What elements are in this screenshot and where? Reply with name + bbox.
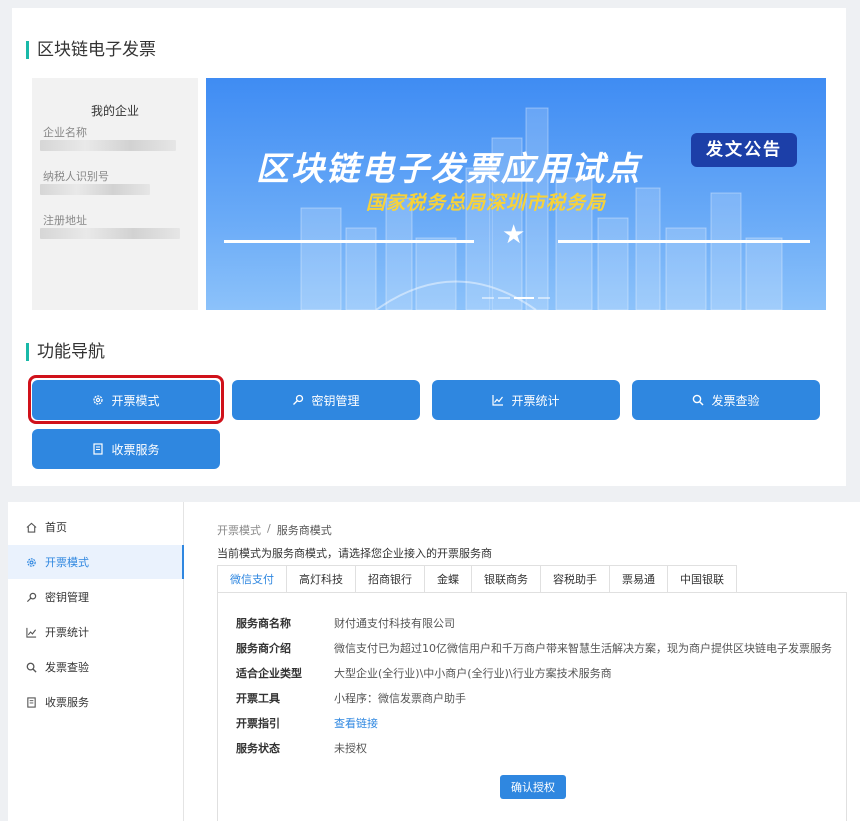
nav-button-label: 发票查验: [711, 393, 760, 408]
confirm-authorize-button[interactable]: 确认授权: [500, 775, 566, 799]
banner-divider-right: [558, 240, 810, 243]
info-value: 财付通支付科技有限公司: [334, 617, 455, 630]
key-icon: [26, 592, 37, 602]
search-icon: [693, 394, 705, 406]
gear-icon: [27, 557, 36, 567]
provider-tabs: 微信支付 高灯科技 招商银行 金蝶 银联商务 容税助手 票易通 中国银联: [217, 565, 737, 593]
info-key: 服务商介绍: [236, 642, 291, 655]
company-card: 我的企业 企业名称 纳税人识别号 注册地址: [32, 78, 198, 310]
carousel-dot[interactable]: [498, 297, 510, 299]
address-blurred: [40, 228, 180, 239]
breadcrumb-parent[interactable]: 开票模式: [217, 522, 261, 538]
tab-wechat-pay[interactable]: 微信支付: [217, 565, 287, 593]
main-content: 开票模式 / 服务商模式 当前模式为服务商模式，请选择您企业接入的开票服务商 微…: [184, 502, 860, 821]
address-label: 注册地址: [43, 214, 87, 227]
sidebar-item-label: 开票统计: [45, 626, 89, 639]
info-row-provider-name: 服务商名称 财付通支付科技有限公司: [236, 615, 455, 631]
info-value: 微信支付已为超过10亿微信用户和千万商户带来智慧生活解决方案，现为商户提供区块链…: [334, 642, 832, 655]
sidebar-item-label: 收票服务: [45, 696, 89, 709]
tab-tax-assistant[interactable]: 容税助手: [541, 565, 610, 593]
sidebar-item-label: 发票查验: [45, 661, 89, 674]
star-icon: ★: [502, 220, 526, 250]
carousel-indicator[interactable]: [482, 297, 550, 299]
sidebar-item-key-management[interactable]: 密钥管理: [8, 580, 184, 614]
sidebar-item-label: 首页: [45, 521, 67, 534]
info-key: 服务商名称: [236, 617, 291, 630]
breadcrumb-current: 服务商模式: [276, 524, 332, 537]
gear-icon: [93, 395, 104, 405]
receipt-icon: [93, 443, 104, 455]
carousel-dot[interactable]: [482, 297, 494, 299]
info-key: 适合企业类型: [236, 667, 302, 680]
sidebar-item-invoice-mode[interactable]: 开票模式: [8, 545, 184, 579]
company-card-title: 我的企业: [90, 104, 139, 118]
info-row-service-status: 服务状态 未授权: [236, 740, 367, 756]
sidebar-item-invoice-verify[interactable]: 发票查验: [8, 650, 184, 684]
tab-unionpay-business[interactable]: 银联商务: [472, 565, 541, 593]
company-name-blurred: [40, 140, 176, 151]
nav-button-label: 开票模式: [111, 393, 160, 408]
tab-gaodeng[interactable]: 高灯科技: [287, 565, 356, 593]
page-title: 区块链电子发票: [26, 41, 156, 59]
nav-button-label: 开票统计: [511, 393, 560, 408]
company-name-label: 企业名称: [43, 126, 87, 139]
search-icon: [26, 662, 37, 673]
provider-detail-panel: 服务商名称 财付通支付科技有限公司 服务商介绍 微信支付已为超过10亿微信用户和…: [217, 592, 847, 821]
nav-button-label: 密钥管理: [311, 393, 360, 408]
nav-button-label: 收票服务: [111, 442, 160, 457]
info-row-invoice-guide: 开票指引 查看链接: [236, 715, 378, 731]
banner-subtitle: 国家税务总局深圳市税务局: [366, 192, 607, 214]
taxpayer-id-blurred: [40, 184, 150, 195]
nav-button-invoice-stats[interactable]: 开票统计: [432, 380, 620, 420]
breadcrumb-separator: /: [267, 522, 271, 535]
top-panel: 区块链电子发票 我的企业 企业名称 纳税人识别号 注册地址 区块链电子发票应用试…: [12, 8, 846, 486]
nav-button-invoice-mode[interactable]: 开票模式: [32, 380, 220, 420]
info-row-enterprise-type: 适合企业类型 大型企业(全行业)\中小商户(全行业)\行业方案技术服务商: [236, 665, 612, 681]
mode-hint: 当前模式为服务商模式，请选择您企业接入的开票服务商: [217, 547, 492, 560]
sidebar-item-home[interactable]: 首页: [8, 510, 184, 544]
status-value: 未授权: [334, 742, 367, 755]
info-key: 开票工具: [236, 692, 280, 705]
chart-icon: [492, 395, 504, 406]
breadcrumb: 开票模式 / 服务商模式: [217, 522, 332, 538]
view-link[interactable]: 查看链接: [334, 715, 378, 731]
tab-china-unionpay[interactable]: 中国银联: [668, 565, 737, 593]
carousel-dot-active[interactable]: [514, 297, 534, 299]
sidebar-item-label: 开票模式: [45, 556, 89, 569]
carousel-dot[interactable]: [538, 297, 550, 299]
receipt-icon: [27, 696, 36, 708]
sidebar: 首页 开票模式 密钥管理 开票统计 发票查验 收票服务: [8, 502, 184, 821]
nav-button-receive-service[interactable]: 收票服务: [32, 429, 220, 469]
notice-badge[interactable]: 发文公告: [691, 133, 797, 167]
sidebar-item-receive-service[interactable]: 收票服务: [8, 685, 184, 719]
nav-button-invoice-verify[interactable]: 发票查验: [632, 380, 820, 420]
taxpayer-id-label: 纳税人识别号: [43, 170, 109, 183]
info-value: 大型企业(全行业)\中小商户(全行业)\行业方案技术服务商: [334, 667, 612, 680]
bottom-panel: 首页 开票模式 密钥管理 开票统计 发票查验 收票服务 开票模式 / 服务商模式: [8, 502, 860, 821]
key-icon: [293, 394, 304, 405]
tab-kingdee[interactable]: 金蝶: [425, 565, 472, 593]
tab-cmb[interactable]: 招商银行: [356, 565, 425, 593]
announcement-banner[interactable]: 区块链电子发票应用试点 国家税务总局深圳市税务局 发文公告 ★: [206, 78, 826, 310]
sidebar-item-invoice-stats[interactable]: 开票统计: [8, 615, 184, 649]
chart-icon: [26, 627, 37, 638]
info-key: 服务状态: [236, 742, 280, 755]
info-key: 开票指引: [236, 717, 280, 730]
banner-title: 区块链电子发票应用试点: [256, 149, 641, 188]
nav-button-key-management[interactable]: 密钥管理: [232, 380, 420, 420]
info-row-provider-intro: 服务商介绍 微信支付已为超过10亿微信用户和千万商户带来智慧生活解决方案，现为商…: [236, 640, 832, 656]
home-icon: [26, 522, 37, 533]
sidebar-item-label: 密钥管理: [45, 591, 89, 604]
tab-piaoyitong[interactable]: 票易通: [610, 565, 668, 593]
info-value: 小程序：微信发票商户助手: [334, 692, 466, 705]
nav-section-title: 功能导航: [26, 343, 105, 361]
banner-divider-left: [224, 240, 474, 243]
info-row-invoice-tool: 开票工具 小程序：微信发票商户助手: [236, 690, 466, 706]
